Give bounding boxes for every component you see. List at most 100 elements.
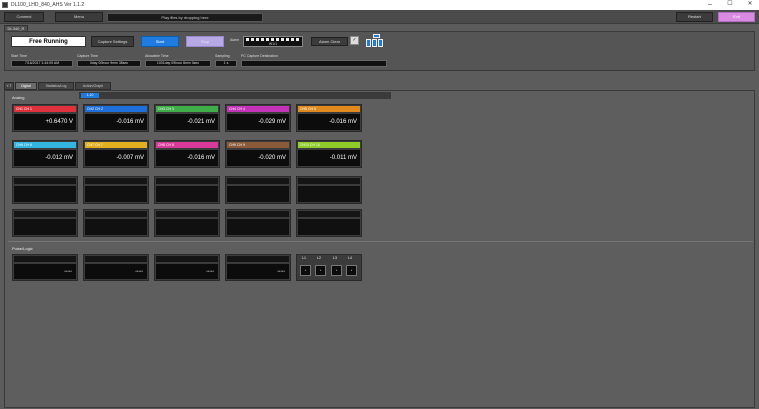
logic-label: L4	[348, 256, 352, 260]
sampling-label: Sampling	[215, 54, 230, 58]
capture-time-value: 0day 00hour 9min 38sec	[77, 60, 141, 67]
pulse-tile[interactable]: *****	[225, 254, 291, 281]
channel-value: -0.012 mV	[14, 150, 76, 166]
pulse-value: *****	[227, 264, 289, 279]
logic-value: *	[300, 265, 311, 276]
empty-channel-label	[14, 178, 76, 184]
alarm-label: Alarm	[230, 38, 240, 42]
start-time-value: 7/16/2017 1:44:09 AM	[11, 60, 73, 67]
channel-group-strip: 1-10	[79, 92, 391, 99]
tab-channel-group[interactable]: 1-10	[81, 93, 99, 98]
alarm-clear-checkbox[interactable]: ✓	[350, 36, 359, 45]
alarm-value: W1/1	[268, 42, 278, 46]
empty-channel-label	[227, 211, 289, 217]
allowable-time-value: 1001day 09hour 8min 0sec	[145, 60, 211, 67]
channel-label: CH8 CH 8	[156, 142, 218, 148]
analog-section-label: Analog	[12, 95, 25, 100]
start-button[interactable]: Start	[141, 36, 179, 47]
minimize-icon[interactable]: –	[703, 0, 717, 10]
empty-channel-label	[227, 178, 289, 184]
exit-button[interactable]: Exit	[718, 12, 755, 22]
start-time-label: Start Time	[11, 54, 27, 58]
tab-digital[interactable]: Digital	[15, 82, 37, 90]
channel-tile[interactable]: CH7 CH 7 -0.007 mV	[83, 140, 149, 168]
maximize-icon[interactable]: ☐	[723, 0, 737, 10]
control-panel: Free Running Capture Settings Start Stop…	[4, 31, 755, 71]
empty-channel-tile[interactable]	[12, 209, 78, 237]
empty-channel-tile[interactable]	[83, 176, 149, 204]
channel-label: CH1 CH 1	[14, 106, 76, 112]
empty-channel-label	[85, 211, 147, 217]
empty-channel-value	[227, 219, 289, 235]
empty-channel-value	[227, 186, 289, 202]
channel-label: CH10 CH 10	[298, 142, 360, 148]
empty-channel-tile[interactable]	[225, 209, 291, 237]
channel-tile[interactable]: CH3 CH 3 -0.021 mV	[154, 104, 220, 132]
logic-label: L3	[333, 256, 337, 260]
empty-channel-tile[interactable]	[154, 176, 220, 204]
channel-value: +0.6470 V	[14, 114, 76, 130]
empty-channel-value	[14, 219, 76, 235]
app-icon	[2, 2, 8, 8]
channel-tile[interactable]: CH9 CH 9 -0.020 mV	[225, 140, 291, 168]
capture-settings-button[interactable]: Capture Settings	[91, 36, 134, 47]
channel-label: CH9 CH 9	[227, 142, 289, 148]
empty-channel-tile[interactable]	[12, 176, 78, 204]
channel-tile[interactable]: CH10 CH 10 -0.011 mV	[296, 140, 362, 168]
digital-panel: 1-10 Analog CH1 CH 1 +0.6470 V CH2 CH 2 -0.…	[4, 90, 755, 408]
tab-statistics-log[interactable]: Statistics/Log	[38, 82, 74, 90]
channel-label: CH3 CH 3	[156, 106, 218, 112]
channel-value: -0.029 mV	[227, 114, 289, 130]
pulse-tile[interactable]: *****	[154, 254, 220, 281]
menu-button[interactable]: Menu	[55, 12, 103, 22]
logic-value: *	[331, 265, 342, 276]
channel-value: -0.021 mV	[156, 114, 218, 130]
logic-value: *	[346, 265, 357, 276]
channel-value: -0.007 mV	[85, 150, 147, 166]
channel-label: CH7 CH 7	[85, 142, 147, 148]
pulse-label	[85, 256, 147, 262]
pulse-tile[interactable]: *****	[12, 254, 78, 281]
channel-value: -0.016 mV	[156, 150, 218, 166]
empty-channel-label	[14, 211, 76, 217]
pulse-value: *****	[14, 264, 76, 279]
empty-channel-value	[85, 219, 147, 235]
pulse-value: *****	[85, 264, 147, 279]
pulse-label	[14, 256, 76, 262]
app-area: Connect Menu Play files by dropping here…	[0, 10, 759, 409]
empty-channel-tile[interactable]	[296, 209, 362, 237]
channel-label: CH5 CH 5	[298, 106, 360, 112]
empty-channel-label	[85, 178, 147, 184]
channel-tile[interactable]: CH5 CH 5 -0.016 mV	[296, 104, 362, 132]
pulse-tile[interactable]: *****	[83, 254, 149, 281]
restart-button[interactable]: Restart	[676, 12, 713, 22]
logic-value: *	[315, 265, 326, 276]
empty-channel-tile[interactable]	[225, 176, 291, 204]
channel-tile[interactable]: CH1 CH 1 +0.6470 V	[12, 104, 78, 132]
empty-channel-tile[interactable]	[296, 176, 362, 204]
destination-label: PC Capture Destination	[241, 54, 278, 58]
drop-files-area[interactable]: Play files by dropping here	[107, 13, 263, 22]
channel-label: CH4 CH 4	[227, 106, 289, 112]
logic-label: L1	[302, 256, 306, 260]
device-status-icon	[366, 34, 388, 47]
capture-time-label: Capture Time	[77, 54, 99, 58]
empty-channel-tile[interactable]	[154, 209, 220, 237]
channel-tile[interactable]: CH6 CH 6 -0.012 mV	[12, 140, 78, 168]
empty-channel-tile[interactable]	[83, 209, 149, 237]
channel-tile[interactable]: CH2 CH 2 -0.016 mV	[83, 104, 149, 132]
empty-channel-value	[298, 186, 360, 202]
channel-tile[interactable]: CH4 CH 4 -0.029 mV	[225, 104, 291, 132]
alarm-indicator: W1/1	[243, 36, 303, 47]
alarm-clear-button[interactable]: Alarm Clear	[311, 37, 348, 46]
channel-value: -0.020 mV	[227, 150, 289, 166]
pulse-value: *****	[156, 264, 218, 279]
close-icon[interactable]: ✕	[743, 0, 757, 10]
tab-action-graph[interactable]: Action/Graph	[75, 82, 111, 90]
connect-button[interactable]: Connect	[4, 12, 44, 22]
pulse-label	[156, 256, 218, 262]
tab-yt[interactable]: Y-T	[4, 82, 14, 90]
pulse-label	[227, 256, 289, 262]
stop-button[interactable]: Stop	[186, 36, 224, 47]
channel-tile[interactable]: CH8 CH 8 -0.016 mV	[154, 140, 220, 168]
